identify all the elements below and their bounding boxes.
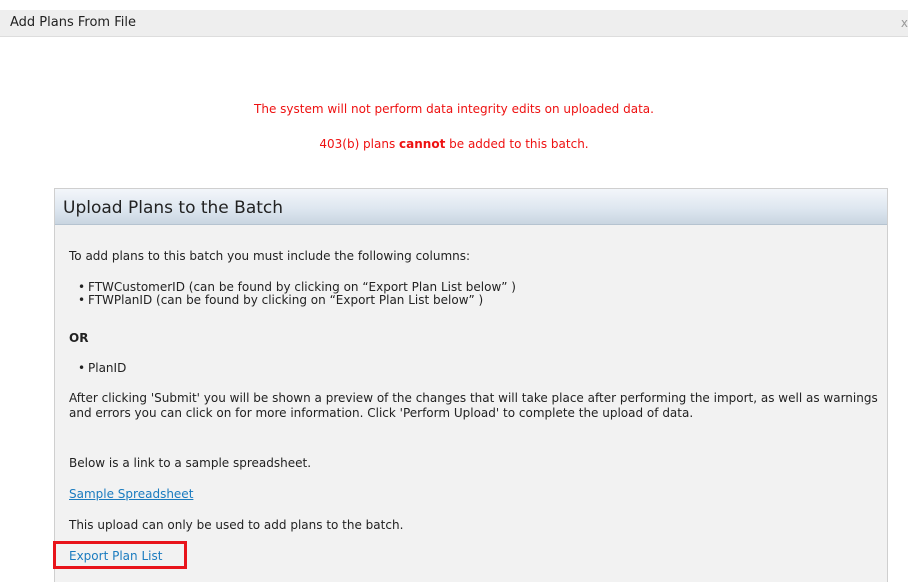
sample-intro-text: Below is a link to a sample spreadsheet.	[69, 456, 312, 470]
upload-note-text: This upload can only be used to add plan…	[69, 518, 404, 532]
panel-title: Upload Plans to the Batch	[63, 198, 284, 218]
403b-warning-bold: cannot	[399, 137, 446, 151]
close-icon[interactable]: x	[901, 15, 908, 31]
column-ftwplanid: FTWPlanID (can be found by clicking on “…	[88, 293, 484, 307]
403b-warning-prefix: 403(b) plans	[319, 137, 400, 151]
intro-text: To add plans to this batch you must incl…	[69, 249, 471, 263]
add-plans-dialog: Add Plans From File x The system will no…	[0, 0, 908, 582]
panel-header: Upload Plans to the Batch	[55, 189, 887, 225]
list-item: • PlanID	[78, 361, 126, 376]
export-highlight-box	[53, 541, 187, 569]
column-planid: PlanID	[88, 361, 127, 375]
column-ftwcustomerid: FTWCustomerID (can be found by clicking …	[88, 280, 516, 294]
integrity-warning: The system will not perform data integri…	[254, 102, 654, 116]
403b-warning: 403(b) plans cannot be added to this bat…	[0, 137, 908, 152]
bullet-icon: •	[78, 293, 86, 307]
sample-spreadsheet-link[interactable]: Sample Spreadsheet	[69, 487, 193, 502]
dialog-titlebar: Add Plans From File x	[0, 10, 908, 37]
dialog-title: Add Plans From File	[10, 15, 136, 30]
submit-info-text: After clicking 'Submit' you will be show…	[69, 391, 878, 420]
list-item: • FTWPlanID (can be found by clicking on …	[78, 293, 483, 308]
bullet-icon: •	[78, 361, 86, 375]
upload-panel: Upload Plans to the Batch To add plans t…	[53, 188, 888, 582]
403b-warning-suffix: be added to this batch.	[445, 137, 589, 151]
or-label: OR	[69, 331, 89, 345]
